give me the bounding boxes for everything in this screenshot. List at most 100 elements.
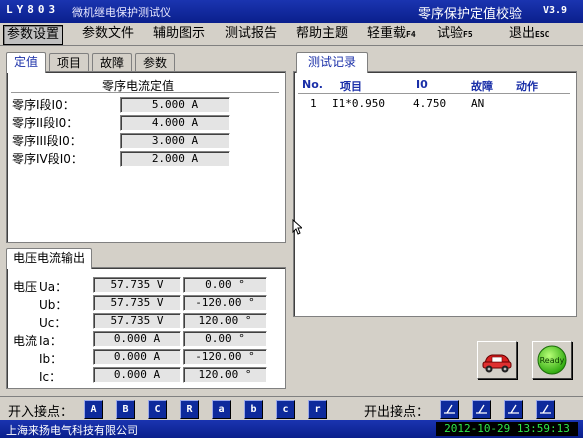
menu-test[interactable]: 试验F5: [434, 25, 476, 43]
uc-magnitude[interactable]: 57.735 V: [93, 313, 181, 329]
menu-label: 帮助主题: [296, 26, 349, 41]
load-button[interactable]: [477, 341, 517, 379]
ready-button[interactable]: Ready: [532, 341, 572, 379]
ready-icon: Ready: [537, 345, 567, 375]
menu-label: 参数设置: [7, 27, 60, 42]
setting-value-4[interactable]: 2.000 A: [120, 151, 230, 167]
car-icon: [482, 354, 512, 373]
status-bar: 上海来扬电气科技有限公司 2012-10-29 13:59:13: [0, 420, 583, 438]
company-name: 上海来扬电气科技有限公司: [6, 424, 138, 437]
record-header-i0: I0: [416, 78, 428, 91]
record-cell-item: I1*0.950: [332, 97, 385, 110]
record-tabs: 测试记录: [296, 52, 376, 73]
menu-exit[interactable]: 退出ESC: [506, 25, 552, 43]
title-bar: LY803 微机继电保护测试仪 零序保护定值校验 V3.9: [0, 0, 583, 23]
phase-label-ub: Ub：: [39, 298, 68, 312]
cursor-icon: [292, 219, 302, 235]
input-contact-b-lower[interactable]: b: [244, 400, 263, 419]
app-window: LY803 微机继电保护测试仪 零序保护定值校验 V3.9 参数设置 参数文件 …: [0, 0, 583, 438]
phase-label-ua: Ua：: [39, 280, 68, 294]
divider: [11, 92, 279, 93]
module-title: 零序保护定值校验: [418, 7, 523, 22]
uc-angle[interactable]: 120.00 °: [183, 313, 267, 329]
record-cell-fault: AN: [471, 97, 485, 110]
device-model: LY803: [6, 3, 60, 16]
record-header-item: 项目: [340, 80, 362, 93]
menu-help[interactable]: 帮助主题: [293, 25, 351, 43]
setting-label-3: 零序III段I0：: [12, 134, 82, 148]
switch-open-icon: [444, 404, 455, 414]
tab-params[interactable]: 参数: [135, 53, 175, 72]
input-contact-c-lower[interactable]: c: [276, 400, 295, 419]
ia-magnitude[interactable]: 0.000 A: [93, 331, 181, 347]
input-contact-r[interactable]: R: [180, 400, 199, 419]
record-cell-i0: 4.750: [413, 97, 447, 110]
setting-value-1[interactable]: 5.000 A: [120, 97, 230, 113]
output-tabs: 电压电流输出: [6, 248, 106, 269]
phase-label-ia: Ia：: [39, 334, 62, 348]
menu-load[interactable]: 轻重载F4: [364, 25, 419, 43]
output-contact-3[interactable]: [504, 400, 523, 419]
menu-test-report[interactable]: 测试报告: [222, 25, 280, 43]
input-contact-b[interactable]: B: [116, 400, 135, 419]
menu-label: 参数文件: [82, 26, 135, 41]
settings-tabs: 定值 项目 故障 参数: [6, 52, 286, 73]
input-contact-a[interactable]: A: [84, 400, 103, 419]
tab-output[interactable]: 电压电流输出: [6, 248, 92, 269]
menu-aux-diagram[interactable]: 辅助图示: [150, 25, 208, 43]
output-panel: 电压 Ua： 57.735 V 0.00 ° Ub： 57.735 V -120…: [6, 267, 286, 389]
menu-label: 退出: [509, 26, 536, 41]
divider: [298, 93, 570, 94]
ua-magnitude[interactable]: 57.735 V: [93, 277, 181, 293]
setting-value-2[interactable]: 4.000 A: [120, 115, 230, 131]
tab-items[interactable]: 项目: [49, 53, 89, 72]
settings-panel: 零序电流定值 零序I段I0： 5.000 A 零序II段I0： 4.000 A …: [6, 71, 286, 243]
record-cell-no: 1: [310, 97, 317, 110]
output-contact-4[interactable]: [536, 400, 555, 419]
tab-test-record[interactable]: 测试记录: [296, 52, 368, 73]
switch-open-icon: [540, 404, 551, 414]
record-header-action: 动作: [516, 80, 538, 93]
phase-label-ib: Ib：: [39, 352, 63, 366]
menu-param-settings[interactable]: 参数设置: [3, 25, 64, 45]
app-title: 微机继电保护测试仪: [72, 6, 171, 19]
switch-open-icon: [476, 404, 487, 414]
ic-magnitude[interactable]: 0.000 A: [93, 367, 181, 383]
setting-value-3[interactable]: 3.000 A: [120, 133, 230, 149]
tab-fault[interactable]: 故障: [92, 53, 132, 72]
input-contact-r-lower[interactable]: r: [308, 400, 327, 419]
record-header-fault: 故障: [471, 80, 493, 93]
tab-settings-value[interactable]: 定值: [6, 52, 46, 73]
record-panel: No. 项目 I0 故障 动作 1 I1*0.950 4.750 AN: [293, 71, 577, 317]
input-contact-a-lower[interactable]: a: [212, 400, 231, 419]
menu-shortcut: F4: [406, 30, 416, 39]
menu-shortcut: F5: [463, 30, 473, 39]
menu-shortcut: ESC: [535, 30, 550, 39]
input-contact-c[interactable]: C: [148, 400, 167, 419]
switch-open-icon: [508, 404, 519, 414]
output-contact-2[interactable]: [472, 400, 491, 419]
ib-angle[interactable]: -120.00 °: [183, 349, 267, 365]
ready-label: Ready: [540, 356, 565, 365]
phase-label-ic: Ic：: [39, 370, 62, 384]
menu-label: 轻重载: [367, 26, 407, 41]
ic-angle[interactable]: 120.00 °: [183, 367, 267, 383]
ib-magnitude[interactable]: 0.000 A: [93, 349, 181, 365]
menu-bar: 参数设置 参数文件 辅助图示 测试报告 帮助主题 轻重载F4 试验F5 退出ES…: [0, 23, 583, 46]
ub-magnitude[interactable]: 57.735 V: [93, 295, 181, 311]
setting-label-2: 零序II段I0：: [12, 116, 79, 130]
switch-bar: 开入接点： A B C R a b c r 开出接点：: [0, 396, 583, 421]
ub-angle[interactable]: -120.00 °: [183, 295, 267, 311]
output-contacts-label: 开出接点：: [364, 405, 430, 420]
menu-label: 辅助图示: [153, 26, 206, 41]
datetime-display: 2012-10-29 13:59:13: [436, 422, 578, 436]
ia-angle[interactable]: 0.00 °: [183, 331, 267, 347]
ua-angle[interactable]: 0.00 °: [183, 277, 267, 293]
input-contacts-label: 开入接点：: [8, 405, 74, 420]
version-label: V3.9: [543, 5, 568, 16]
setting-label-4: 零序IV段I0：: [12, 152, 83, 166]
output-contact-1[interactable]: [440, 400, 459, 419]
phase-label-uc: Uc：: [39, 316, 67, 330]
menu-param-file[interactable]: 参数文件: [79, 25, 137, 43]
setting-label-1: 零序I段I0：: [12, 98, 75, 112]
